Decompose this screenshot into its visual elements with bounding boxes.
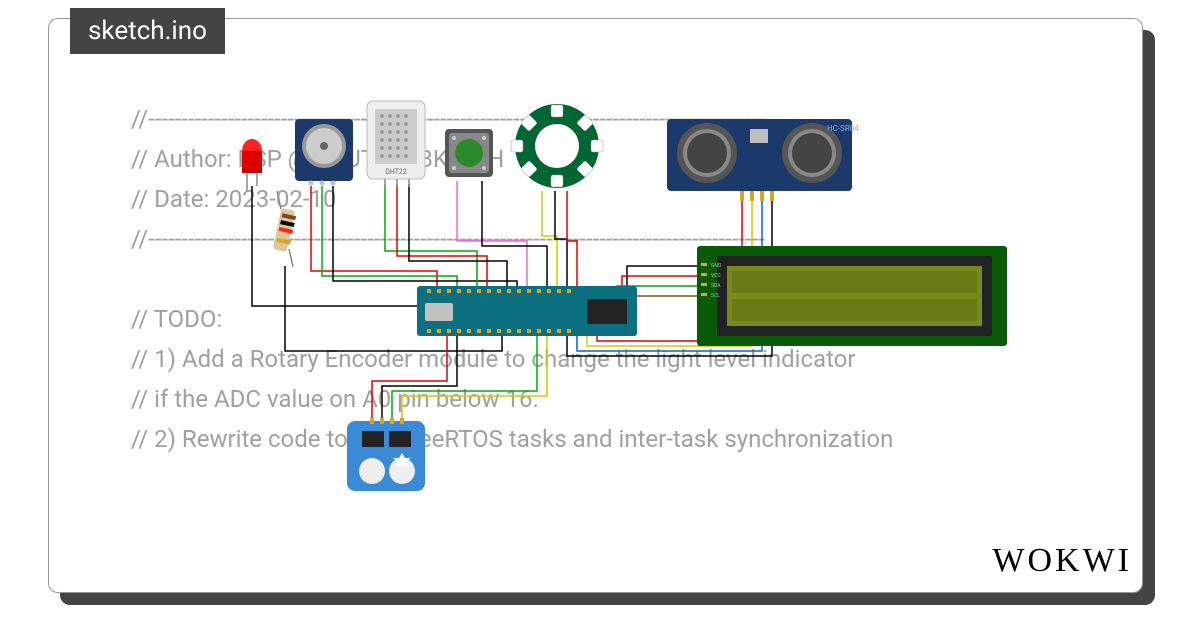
led-component <box>242 139 262 191</box>
dht22-component: DHT22 <box>367 101 425 187</box>
ldr-module <box>295 119 353 186</box>
svg-text:SCL: SCL <box>711 293 720 299</box>
wokwi-logo: WOKWI <box>992 542 1132 580</box>
neopixel-ring <box>511 104 603 188</box>
tab-label: sketch.ino <box>88 16 207 46</box>
svg-text:GND: GND <box>711 263 721 269</box>
rtc-module <box>347 418 425 491</box>
resistor-component <box>273 191 296 267</box>
file-tab[interactable]: sketch.ino <box>70 8 225 54</box>
arduino-nano <box>417 286 637 336</box>
lcd-component: GND VCC SDA SCL <box>697 246 1007 346</box>
svg-text:SDA: SDA <box>711 283 721 289</box>
svg-text:DHT22: DHT22 <box>385 168 407 176</box>
circuit-diagram: DHT22 <box>207 91 1047 521</box>
svg-text:VCC: VCC <box>711 273 721 279</box>
pushbutton-component <box>445 129 493 177</box>
ultrasonic-component: HC-SR04 <box>667 119 859 201</box>
svg-text:HC-SR04: HC-SR04 <box>827 124 859 133</box>
main-card: //--------------------------------------… <box>48 18 1143 593</box>
